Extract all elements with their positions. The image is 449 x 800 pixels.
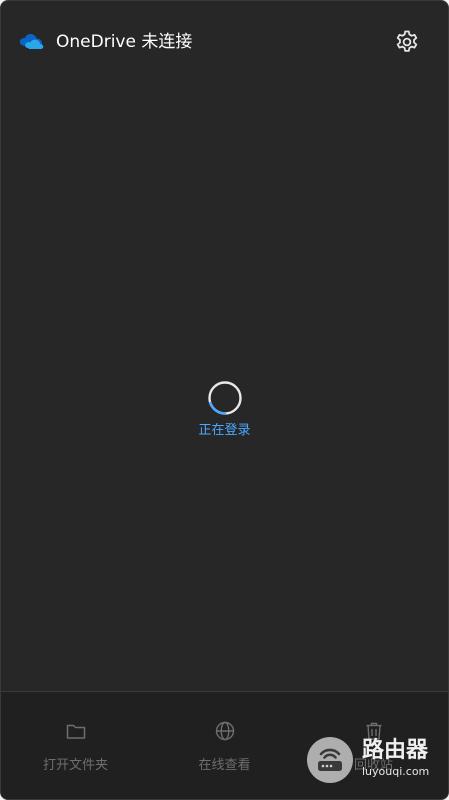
globe-icon bbox=[215, 721, 235, 741]
folder-icon bbox=[66, 724, 86, 739]
watermark-text: 路由器 bbox=[362, 738, 429, 763]
page-title: OneDrive 未连接 bbox=[56, 32, 193, 52]
view-online-button[interactable]: 在线查看 bbox=[150, 692, 299, 799]
gear-icon[interactable] bbox=[393, 28, 421, 56]
view-online-label: 在线查看 bbox=[198, 758, 251, 773]
watermark: 路由器 luyouqi.com bbox=[307, 737, 442, 783]
watermark-url: luyouqi.com bbox=[362, 765, 430, 778]
status-text: 正在登录 bbox=[198, 423, 251, 438]
open-folder-button[interactable]: 打开文件夹 bbox=[1, 692, 150, 799]
loading-spinner-icon bbox=[207, 381, 242, 415]
onedrive-cloud-icon bbox=[19, 34, 44, 49]
sign-in-status: 正在登录 bbox=[1, 379, 448, 441]
header: OneDrive 未连接 bbox=[1, 1, 448, 83]
watermark-router-icon bbox=[307, 737, 353, 783]
open-folder-label: 打开文件夹 bbox=[42, 758, 108, 773]
onedrive-flyout-window: OneDrive 未连接 正在登录 打开文件夹 在线查看 回收站 路由器 luy… bbox=[0, 0, 449, 800]
